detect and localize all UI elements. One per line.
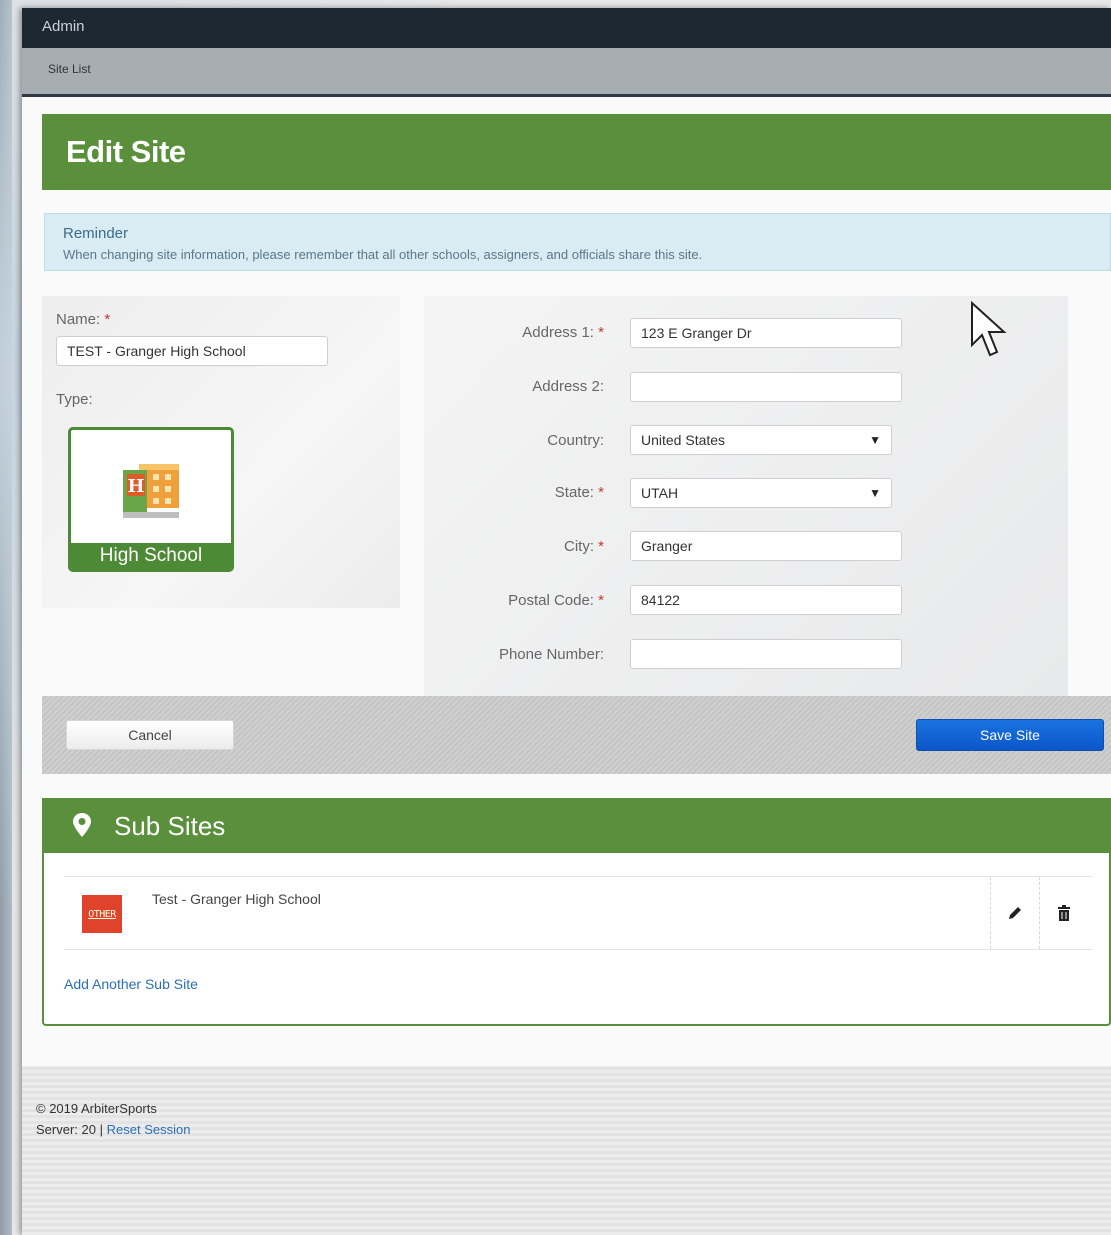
city-input[interactable]: Granger [630, 531, 902, 561]
reminder-title: Reminder [63, 225, 129, 242]
country-select-value: United States [641, 432, 726, 448]
server-text: Server: 20 [36, 1122, 96, 1137]
top-nav-bar: Admin [22, 8, 1111, 48]
reset-session-link[interactable]: Reset Session [107, 1122, 191, 1137]
country-label: Country: [547, 432, 604, 449]
address2-input[interactable] [630, 372, 902, 402]
name-input[interactable]: TEST - Granger High School [56, 336, 328, 366]
required-marker: * [598, 592, 604, 609]
sub-sites-title: Sub Sites [114, 811, 226, 841]
country-select[interactable]: United States ▼ [630, 425, 892, 455]
footer-separator: | [99, 1122, 103, 1137]
trash-icon [1058, 905, 1070, 921]
page-header: Edit Site [42, 114, 1111, 190]
city-label: City: * [424, 538, 604, 555]
app-window: Admin Site List Edit Site Reminder When … [22, 8, 1111, 1235]
form-action-bar: Cancel Save Site [42, 696, 1111, 774]
app-title[interactable]: Admin [42, 18, 85, 35]
sub-site-name: Test - Granger High School [152, 891, 321, 907]
breadcrumb-site-list[interactable]: Site List [48, 62, 91, 76]
type-card-label: High School [71, 543, 231, 569]
cancel-button[interactable]: Cancel [66, 720, 234, 750]
dropdown-arrow-icon: ▼ [869, 486, 881, 500]
sub-sites-header: Sub Sites [42, 798, 1111, 853]
postal-code-label: Postal Code: * [424, 592, 604, 609]
sub-nav-bar: Site List [22, 48, 1111, 97]
phone-input[interactable] [630, 639, 902, 669]
name-label: Name: * [56, 311, 110, 328]
reminder-text: When changing site information, please r… [63, 247, 703, 262]
postal-code-input[interactable]: 84122 [630, 585, 902, 615]
add-another-sub-site-link[interactable]: Add Another Sub Site [64, 976, 198, 992]
address1-input[interactable]: 123 E Granger Dr [630, 318, 902, 348]
required-marker: * [104, 311, 111, 328]
school-building-icon: H [123, 464, 179, 518]
state-label: State: * [424, 484, 604, 501]
save-site-button[interactable]: Save Site [916, 719, 1104, 751]
footer: © 2019 ArbiterSports Server: 20 | Reset … [36, 1098, 190, 1140]
phone-label: Phone Number: [498, 646, 604, 663]
type-card-high-school[interactable]: H High School [68, 427, 234, 572]
address1-label-text: Address 1: [522, 324, 594, 341]
dropdown-arrow-icon: ▼ [869, 433, 881, 447]
state-label-text: State: [554, 484, 594, 501]
postal-code-label-text: Postal Code: [508, 592, 594, 609]
sub-sites-panel: Sub Sites OTHER Test - Granger High Scho… [42, 798, 1111, 1026]
address2-label: Address 2: [532, 378, 604, 395]
pencil-icon [1009, 907, 1021, 919]
edit-button[interactable] [990, 877, 1039, 949]
required-marker: * [598, 324, 604, 341]
svg-text:H: H [127, 476, 144, 497]
delete-button[interactable] [1039, 877, 1088, 949]
required-marker: * [598, 538, 604, 555]
page-title: Edit Site [66, 134, 186, 169]
name-label-text: Name: [56, 311, 101, 328]
mouse-pointer-icon [971, 301, 1007, 357]
type-label: Type: [56, 391, 93, 408]
copyright-text: © 2019 ArbiterSports [36, 1101, 157, 1116]
sub-site-row: OTHER Test - Granger High School [64, 876, 1093, 950]
site-identity-panel: Name: * TEST - Granger High School Type:… [42, 296, 400, 608]
map-pin-icon [73, 813, 91, 837]
footer-background [22, 1066, 1111, 1235]
address1-label: Address 1: * [424, 324, 604, 341]
required-marker: * [598, 484, 604, 501]
city-label-text: City: [563, 538, 594, 555]
state-select[interactable]: UTAH ▼ [630, 478, 892, 508]
state-select-value: UTAH [641, 485, 679, 501]
reminder-alert: Reminder When changing site information,… [44, 213, 1111, 271]
server-line: Server: 20 | Reset Session [36, 1119, 190, 1140]
sub-site-type-badge: OTHER [82, 895, 122, 933]
